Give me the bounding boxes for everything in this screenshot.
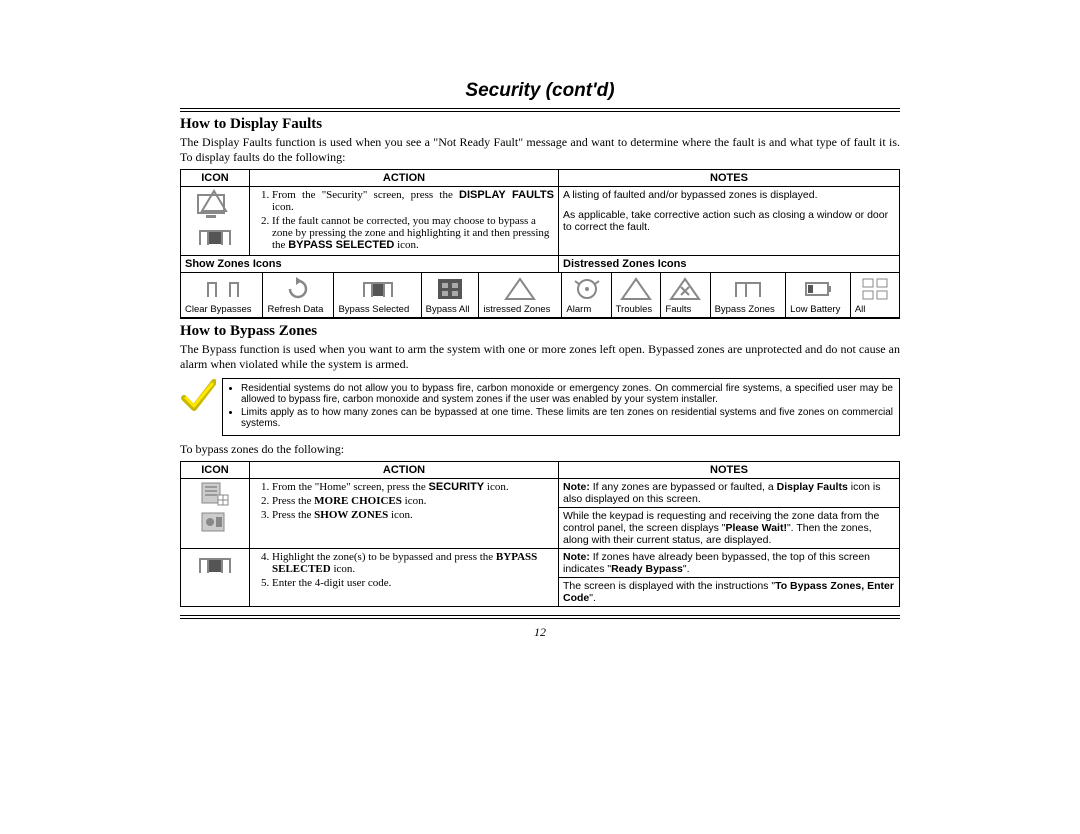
display-faults-icon — [196, 189, 234, 219]
icon-cell — [181, 187, 250, 256]
col-action: ACTION — [250, 461, 559, 478]
troubles-icon — [618, 275, 654, 303]
step-5: Enter the 4-digit user code. — [272, 577, 554, 589]
rule-top — [180, 108, 900, 112]
notes-cell: The screen is displayed with the instruc… — [559, 577, 900, 606]
col-icon: ICON — [181, 461, 250, 478]
notes-cell: Note: If zones have already been bypasse… — [559, 548, 900, 577]
col-icon: ICON — [181, 170, 250, 187]
action-cell: From the "Security" screen, press the DI… — [250, 187, 559, 256]
low-battery-icon — [800, 275, 836, 303]
note-bullet-1: Residential systems do not allow you to … — [241, 383, 893, 405]
distressed-zones-icons-header: Distressed Zones Icons — [559, 256, 900, 273]
page-title: Security (cont'd) — [180, 80, 900, 102]
notes-cell: A listing of faulted and/or bypassed zon… — [559, 187, 900, 256]
display-faults-table: ICON ACTION NOTES From the "Security" sc… — [180, 169, 900, 319]
show-zones-icons-header: Show Zones Icons — [181, 256, 559, 273]
step-1: From the "Home" screen, press the SECURI… — [272, 481, 554, 493]
step-1: From the "Security" screen, press the DI… — [272, 189, 554, 213]
more-choices-icon — [198, 509, 232, 535]
col-action: ACTION — [250, 170, 559, 187]
security-icon — [198, 481, 232, 507]
section-display-faults-intro: The Display Faults function is used when… — [180, 135, 900, 165]
icon-cell — [181, 478, 250, 548]
action-cell: Highlight the zone(s) to be bypassed and… — [250, 548, 559, 606]
step-4: Highlight the zone(s) to be bypassed and… — [272, 551, 554, 575]
notes-cell: While the keypad is requesting and recei… — [559, 507, 900, 548]
section-display-faults-title: How to Display Faults — [180, 116, 900, 133]
note-box: Residential systems do not allow you to … — [180, 378, 900, 436]
checkmark-icon — [180, 378, 216, 414]
rule-bottom — [180, 615, 900, 619]
bypass-all-icon — [432, 275, 468, 303]
distressed-zones-icon — [502, 275, 538, 303]
bypass-zones-icon — [730, 275, 766, 303]
bypass-selected-icon — [360, 275, 396, 303]
section-bypass-zones-intro: The Bypass function is used when you wan… — [180, 342, 900, 372]
clear-bypasses-icon — [204, 275, 240, 303]
notes-cell: Note: If any zones are bypassed or fault… — [559, 478, 900, 507]
col-notes: NOTES — [559, 170, 900, 187]
step-2: Press the MORE CHOICES icon. — [272, 495, 554, 507]
all-icon — [857, 275, 893, 303]
bypass-selected-icon — [196, 551, 234, 579]
manual-page: Security (cont'd) How to Display Faults … — [180, 80, 900, 640]
bypass-selected-icon — [196, 223, 234, 251]
step-2: If the fault cannot be corrected, you ma… — [272, 215, 554, 251]
note-bullet-2: Limits apply as to how many zones can be… — [241, 407, 893, 429]
refresh-data-icon — [280, 275, 316, 303]
icons-grid: Clear Bypasses Refresh Data Bypass Selec… — [181, 273, 899, 318]
faults-icon — [667, 275, 703, 303]
step-3: Press the SHOW ZONES icon. — [272, 509, 554, 521]
alarm-icon — [569, 275, 605, 303]
bypass-lead: To bypass zones do the following: — [180, 442, 900, 457]
page-number: 12 — [180, 625, 900, 640]
section-bypass-zones-title: How to Bypass Zones — [180, 323, 900, 340]
bypass-zones-table: ICON ACTION NOTES From the "Home" screen… — [180, 461, 900, 607]
icon-cell — [181, 548, 250, 606]
action-cell: From the "Home" screen, press the SECURI… — [250, 478, 559, 548]
col-notes: NOTES — [559, 461, 900, 478]
